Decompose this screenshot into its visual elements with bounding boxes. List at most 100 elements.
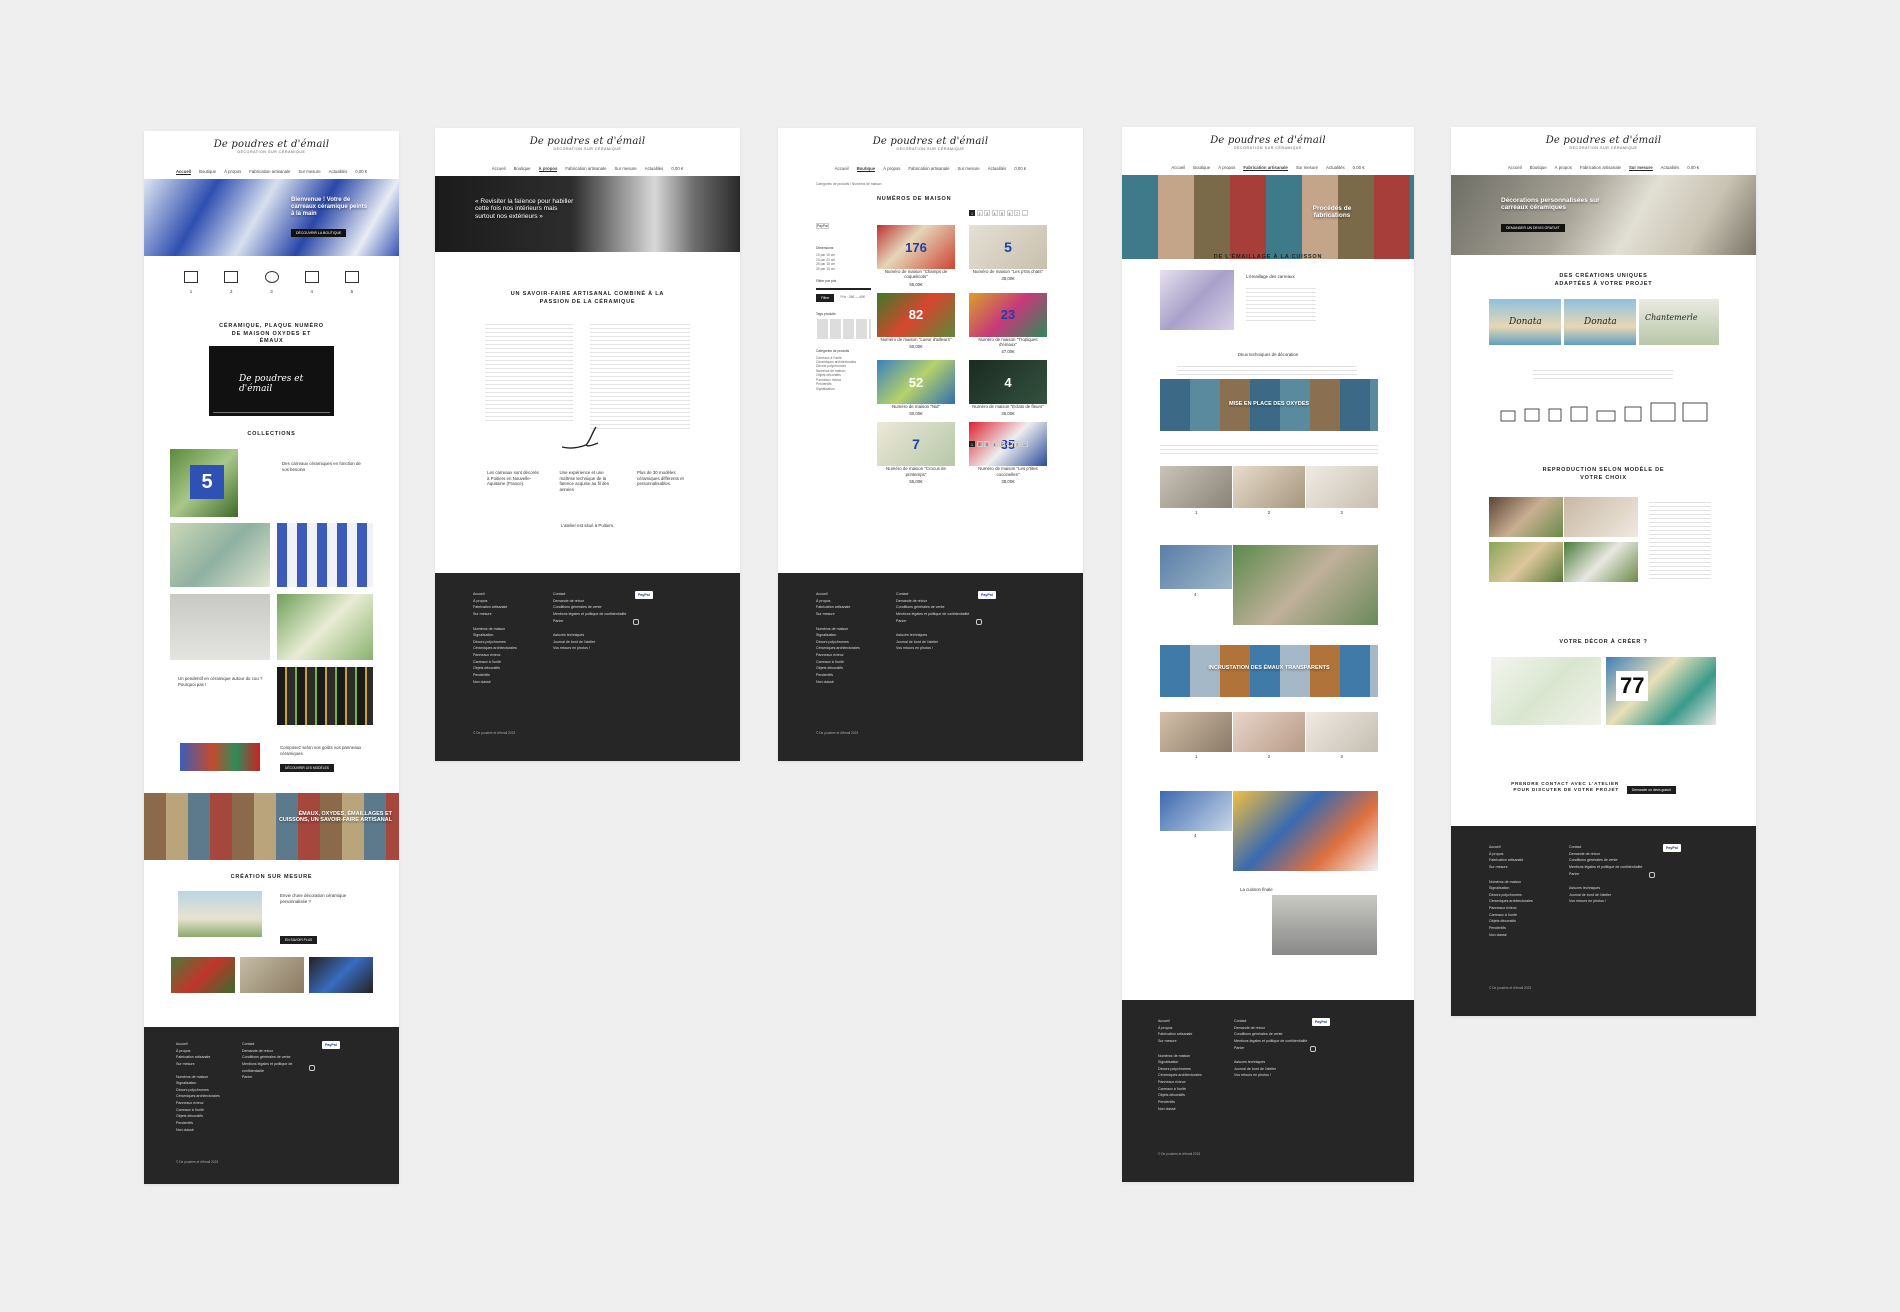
- custom-image[interactable]: [178, 891, 262, 937]
- product-card[interactable]: 23 Numéro de maison "Tropiques d'émaux" 47…: [969, 292, 1047, 354]
- footer-col-1: Accueil À propos Fabrication artisanale Sur…: [1489, 845, 1533, 937]
- video-player[interactable]: De poudres et d'émail: [209, 346, 334, 416]
- glazing-image: [1160, 270, 1234, 330]
- nav-boutique[interactable]: Boutique: [856, 166, 876, 172]
- nav-surmesure[interactable]: Sur mesure: [1628, 165, 1653, 171]
- nav-boutique[interactable]: Boutique: [1530, 165, 1547, 171]
- cart-total[interactable]: 0,00 €: [1014, 166, 1026, 172]
- logo[interactable]: De poudres et d'émail: [1122, 127, 1414, 146]
- nav-accueil[interactable]: Accueil: [175, 169, 192, 175]
- nav-accueil[interactable]: Accueil: [835, 166, 849, 172]
- nav-fabrication[interactable]: Fabrication artisanale: [565, 166, 606, 172]
- emaux-step-4b: [1233, 791, 1378, 871]
- product-card[interactable]: 5 Numéro de maison "Les p'tits chats" 38,0…: [969, 225, 1047, 287]
- nav-apropos[interactable]: À propos: [538, 166, 558, 172]
- instagram-icon[interactable]: [1649, 872, 1655, 878]
- custom-thumb-3[interactable]: [309, 957, 373, 993]
- logo-tagline: DÉCORATION SUR CÉRAMIQUE: [1569, 146, 1638, 150]
- nav-actualites[interactable]: Actualités: [988, 166, 1007, 172]
- decor-result: 77: [1606, 657, 1716, 725]
- cart-total[interactable]: 0,00 €: [355, 169, 367, 175]
- instagram-icon[interactable]: [976, 619, 982, 625]
- product-image[interactable]: 4: [969, 360, 1047, 405]
- nav-actualites[interactable]: Actualités: [1326, 165, 1345, 171]
- product-image[interactable]: 82: [877, 292, 955, 337]
- custom-thumb-1[interactable]: [171, 957, 235, 993]
- custom-thumb-2[interactable]: [240, 957, 304, 993]
- nav-apropos[interactable]: À propos: [1555, 165, 1572, 171]
- cart-total[interactable]: 0,00 €: [1687, 165, 1699, 171]
- nav-actualites[interactable]: Actualités: [1661, 165, 1680, 171]
- repro-3: [1489, 542, 1563, 582]
- hero-button[interactable]: DÉCOUVRIR LA BOUTIQUE: [291, 229, 347, 237]
- nav-fabrication[interactable]: Fabrication artisanale: [1243, 165, 1288, 171]
- collection-image-3[interactable]: [277, 523, 373, 587]
- main-nav: Accueil Boutique À propos Fabrication ar…: [144, 169, 399, 175]
- instagram-icon[interactable]: [309, 1065, 315, 1071]
- step-3: 3: [264, 271, 279, 295]
- nav-apropos[interactable]: À propos: [883, 166, 900, 172]
- product-card[interactable]: 52 Numéro de maison "Nid" 50,00€: [877, 360, 955, 416]
- nav-accueil[interactable]: Accueil: [1171, 165, 1185, 171]
- price-slider[interactable]: [816, 287, 871, 290]
- collection-image-7[interactable]: [180, 743, 260, 771]
- logo[interactable]: De poudres et d'émail: [1451, 127, 1756, 146]
- category-link[interactable]: Signalisation: [816, 387, 871, 391]
- nav-boutique[interactable]: Boutique: [199, 169, 216, 175]
- step-5: 5: [345, 271, 359, 295]
- product-card[interactable]: 7 Numéro de maison "Crocus de printemps" 5…: [877, 422, 955, 484]
- product-image[interactable]: 7: [877, 422, 955, 467]
- nav-boutique[interactable]: Boutique: [514, 166, 531, 172]
- nav-accueil[interactable]: Accueil: [492, 166, 506, 172]
- nav-apropos[interactable]: À propos: [1218, 165, 1235, 171]
- nav-surmesure[interactable]: Sur mesure: [957, 166, 979, 172]
- custom-hero: Décorations personnalisées sur carreaux …: [1451, 175, 1756, 255]
- cart-total[interactable]: 0,00 €: [671, 166, 683, 172]
- filter-price-label: Filtrer par prix: [816, 279, 837, 284]
- dim-option-4[interactable]: 30 par 15 cm: [816, 267, 871, 271]
- hero-title: Procédés de fabrications: [1312, 205, 1352, 220]
- nav-boutique[interactable]: Boutique: [1193, 165, 1210, 171]
- collection-image-4[interactable]: [170, 594, 270, 660]
- instagram-icon[interactable]: [1310, 1046, 1316, 1052]
- logo[interactable]: De poudres et d'émail: [435, 128, 740, 147]
- hero-button[interactable]: DEMANDER UN DEVIS GRATUIT: [1501, 224, 1565, 232]
- nav-fabrication[interactable]: Fabrication artisanale: [1580, 165, 1621, 171]
- nav-fabrication[interactable]: Fabrication artisanale: [249, 169, 290, 175]
- nav-actualites[interactable]: Actualités: [329, 169, 348, 175]
- nav-fabrication[interactable]: Fabrication artisanale: [908, 166, 949, 172]
- product-image[interactable]: 23: [969, 292, 1047, 337]
- logo-tagline: DÉCORATION SUR CÉRAMIQUE: [237, 150, 306, 154]
- oxyde-step-4b: [1233, 545, 1378, 625]
- collection-image-2[interactable]: [170, 523, 270, 587]
- nav-actualites[interactable]: Actualités: [645, 166, 664, 172]
- logo[interactable]: De poudres et d'émail: [778, 128, 1083, 147]
- collection-image-1[interactable]: 5: [170, 449, 238, 517]
- product-image[interactable]: 52: [877, 360, 955, 405]
- custom-button[interactable]: EN SAVOIR PLUS: [280, 936, 318, 944]
- video-progress[interactable]: [213, 412, 330, 413]
- nav-surmesure[interactable]: Sur mesure: [298, 169, 320, 175]
- collection-image-6[interactable]: [277, 667, 373, 725]
- product-card[interactable]: 82 Numéro de maison "Lueur d'ailleurs" 50,…: [877, 292, 955, 355]
- instagram-icon[interactable]: [633, 619, 639, 625]
- logo[interactable]: De poudres et d'émail: [144, 131, 399, 150]
- product-card[interactable]: 176 Numéro de maison "Champs de coquelico…: [877, 225, 955, 287]
- filter-button[interactable]: Filtrer: [816, 293, 835, 302]
- product-card[interactable]: 4 Numéro de maison "Éclats de fleurs" 36,0…: [969, 360, 1047, 416]
- collection-button[interactable]: DÉCOUVRIR LES MODÈLES: [280, 764, 334, 772]
- product-image[interactable]: 176: [877, 225, 955, 269]
- product-card[interactable]: 35 Numéro de maison "Les p'tites coccinel…: [969, 422, 1047, 484]
- collection-image-5[interactable]: [277, 594, 373, 660]
- footer: Accueil À propos Fabrication artisanale Sur…: [1451, 826, 1756, 1016]
- nav-surmesure[interactable]: Sur mesure: [614, 166, 636, 172]
- nav-apropos[interactable]: À propos: [224, 169, 241, 175]
- nav-surmesure[interactable]: Sur mesure: [1296, 165, 1318, 171]
- nav-accueil[interactable]: Accueil: [1508, 165, 1522, 171]
- tag-cloud[interactable]: [816, 319, 871, 340]
- cta-button[interactable]: Demander un devis gratuit: [1627, 786, 1676, 794]
- pagination-bottom: 1 2 3 4 5 6 7 →: [969, 441, 1028, 447]
- product-image[interactable]: 5: [969, 225, 1047, 269]
- breadcrumb[interactable]: Catégories de produits / Numéros de mais…: [816, 182, 881, 186]
- cart-total[interactable]: 0,00 €: [1353, 165, 1365, 171]
